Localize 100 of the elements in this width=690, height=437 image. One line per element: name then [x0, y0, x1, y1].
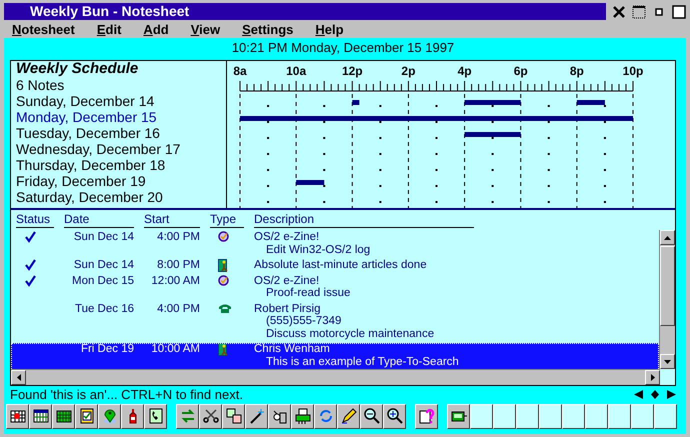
- day-label[interactable]: Wednesday, December 17: [16, 141, 226, 157]
- letter-tiles-icon: [224, 407, 242, 425]
- empty-toolbar-button[interactable]: [539, 404, 562, 428]
- status-message: Found 'this is an'... CTRL+N to find next.: [10, 387, 243, 402]
- toolbar-button[interactable]: [121, 404, 144, 428]
- toolbar-button[interactable]: [268, 404, 291, 428]
- toolbar-button[interactable]: [98, 404, 121, 428]
- menu-item[interactable]: Add: [143, 22, 169, 36]
- zoom-out-icon: [362, 407, 380, 425]
- note-row[interactable]: Fri Dec 19 10:00 AM Chris Wenham This is an example of Type-To-Search: [11, 343, 659, 369]
- week-grid-icon: [32, 407, 50, 425]
- day-label[interactable]: Monday, December 15: [16, 109, 226, 125]
- toolbar-button[interactable]: [144, 404, 167, 428]
- day-label[interactable]: Tuesday, December 16: [16, 125, 226, 141]
- checkmark-icon: [24, 231, 36, 243]
- window-title: Weekly Bun - Notesheet: [4, 3, 606, 20]
- toolbar-button[interactable]: [29, 404, 52, 428]
- navigation-arrows-icon[interactable]: [634, 390, 676, 399]
- description-line: This is an example of Type-To-Search: [265, 356, 460, 368]
- description-line: OS/2 e-Zine!: [254, 231, 320, 244]
- day-label[interactable]: Thursday, December 18: [16, 157, 226, 173]
- empty-toolbar-button[interactable]: [654, 404, 677, 428]
- menu-item[interactable]: Edit: [96, 22, 122, 36]
- description-line: Proof-read issue: [265, 287, 352, 300]
- scroll-down-icon[interactable]: [664, 360, 671, 364]
- empty-toolbar-button[interactable]: [608, 404, 631, 428]
- column-header[interactable]: Type: [210, 213, 244, 228]
- busy-bar: [576, 100, 605, 105]
- empty-toolbar-button[interactable]: [631, 404, 654, 428]
- toolbar-button[interactable]: [75, 404, 98, 428]
- toolbar-button[interactable]: [447, 404, 470, 428]
- date-cell-text: Sun Dec 14: [72, 259, 135, 272]
- column-header[interactable]: Date: [64, 213, 134, 228]
- zoom-in-icon: [386, 407, 404, 425]
- close-icon[interactable]: [612, 4, 626, 18]
- scroll-left-icon[interactable]: [16, 374, 20, 381]
- toolbar-button[interactable]: [222, 404, 245, 428]
- empty-toolbar-button[interactable]: [493, 404, 516, 428]
- empty-toolbar-button[interactable]: [516, 404, 539, 428]
- scroll-thumb[interactable]: [660, 246, 675, 326]
- menu-item[interactable]: Settings: [242, 22, 294, 36]
- description-line: Absolute last-minute articles done: [254, 259, 428, 272]
- column-header[interactable]: Start: [144, 213, 200, 228]
- date-cell-text: Tue Dec 16: [74, 302, 135, 315]
- start-cell-text: 8:00 PM: [156, 259, 201, 272]
- note-row[interactable]: Mon Dec 15 12:00 AM OS/2 e-Zine! Proof-read issue: [11, 274, 659, 302]
- toolbar-button[interactable]: [52, 404, 75, 428]
- toolbar-button[interactable]: [245, 404, 268, 428]
- scissors-icon: [202, 407, 220, 425]
- toolbar-button[interactable]: [415, 404, 438, 428]
- description-line: (555)555-7349: [265, 315, 342, 328]
- checklist-icon: [78, 407, 96, 425]
- start-cell-text: 10:00 AM: [150, 343, 201, 356]
- menu-item[interactable]: Notesheet: [12, 22, 75, 36]
- toolbar-button[interactable]: [383, 404, 406, 428]
- maximize-icon[interactable]: [672, 4, 686, 18]
- current-date-time: 10:21 PM Monday, December 15 1997: [230, 39, 456, 57]
- menu-item[interactable]: Help: [315, 22, 344, 36]
- description-line: Edit Win32-OS/2 log: [265, 244, 372, 256]
- hour-label: 6p: [514, 64, 528, 78]
- start-cell-text: 4:00 PM: [156, 231, 201, 244]
- start-cell-text: 12:00 AM: [150, 274, 201, 287]
- toolbar-button[interactable]: [6, 404, 29, 428]
- column-header[interactable]: Status: [16, 213, 54, 228]
- scroll-up-icon[interactable]: [664, 236, 671, 240]
- toolbar-button[interactable]: [176, 404, 199, 428]
- door-person-icon: [218, 259, 229, 272]
- column-header[interactable]: Description: [254, 213, 474, 228]
- start-cell-text: 4:00 PM: [156, 302, 201, 315]
- day-label[interactable]: Saturday, December 20: [16, 189, 226, 205]
- note-row[interactable]: Sun Dec 14 8:00 PM Absolute last-minute articles done: [11, 259, 659, 274]
- day-label[interactable]: Sunday, December 14: [16, 93, 226, 109]
- day-label[interactable]: Friday, December 19: [16, 173, 226, 189]
- toolbar-button[interactable]: [199, 404, 222, 428]
- phone-icon: [218, 302, 232, 314]
- phone-card-icon: [146, 407, 164, 425]
- pencil-icon: [340, 407, 358, 425]
- date-cell-text: Mon Dec 15: [70, 274, 135, 287]
- busy-bar: [296, 180, 324, 185]
- empty-toolbar-button[interactable]: [470, 404, 493, 428]
- busy-bar: [464, 132, 521, 137]
- toolbar-button[interactable]: [360, 404, 383, 428]
- empty-toolbar-button[interactable]: [562, 404, 585, 428]
- scroll-right-icon[interactable]: [650, 374, 654, 381]
- note-row[interactable]: Sun Dec 14 4:00 PM OS/2 e-Zine! Edit Win32-OS/2 log: [11, 231, 659, 259]
- description-line: OS/2 e-Zine!: [254, 274, 320, 287]
- busy-bar: [464, 100, 521, 105]
- note-row[interactable]: Tue Dec 16 4:00 PM Robert Pirsig (555)555-7349 Discuss motorcycle maintenance: [11, 302, 659, 343]
- empty-toolbar-button[interactable]: [585, 404, 608, 428]
- checkmark-icon: [24, 259, 36, 271]
- vertical-scrollbar[interactable]: [659, 230, 675, 369]
- schedule-title: Weekly Schedule: [16, 61, 140, 77]
- toolbar-button[interactable]: [337, 404, 360, 428]
- toolbar-button[interactable]: [314, 404, 337, 428]
- horizontal-scrollbar[interactable]: [11, 369, 660, 385]
- hour-label: 12p: [342, 64, 363, 78]
- toolbar-button[interactable]: [291, 404, 314, 428]
- menu-item[interactable]: View: [190, 22, 220, 36]
- restore-icon[interactable]: [632, 4, 646, 18]
- check-circle-icon: [218, 274, 229, 286]
